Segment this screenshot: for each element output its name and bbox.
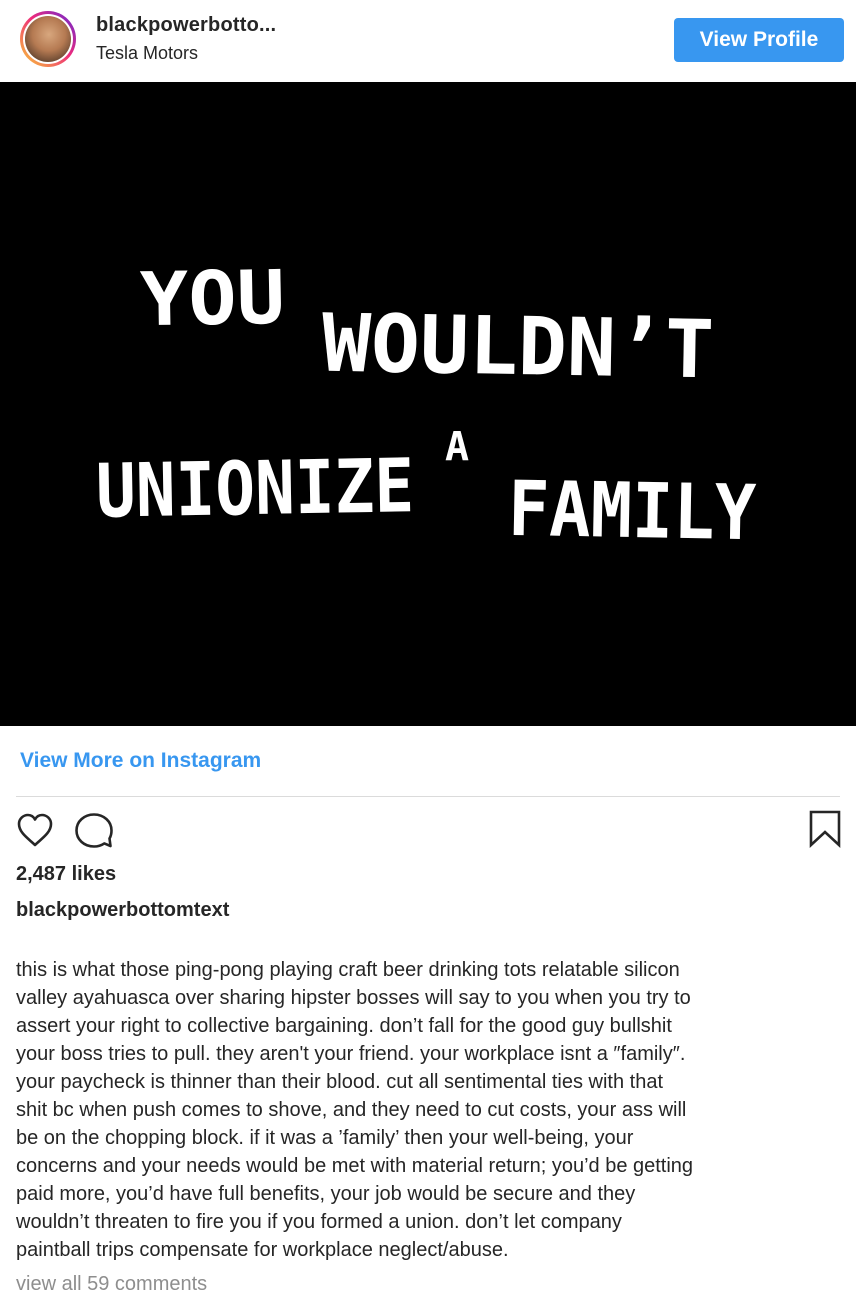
view-more-on-instagram-link[interactable]: View More on Instagram xyxy=(20,749,261,773)
image-text-wouldnt: WOULDN’T xyxy=(321,297,715,397)
caption-line: concerns and your needs would be met wit… xyxy=(16,1155,694,1177)
image-text-family: FAMILY xyxy=(507,464,757,557)
caption-line: valley ayahuasca over sharing hipster bo… xyxy=(16,987,691,1009)
post-caption: this is what those ping-pong playing cra… xyxy=(16,956,846,1264)
caption-line: your paycheck is thinner than their bloo… xyxy=(16,1071,664,1093)
comment-bubble-icon[interactable] xyxy=(74,811,114,849)
avatar-photo xyxy=(25,16,71,62)
post-header: blackpowerbotto... Tesla Motors View Pro… xyxy=(0,0,856,82)
caption-line: paid more, you’d have full benefits, you… xyxy=(16,1183,636,1205)
post-image-artwork: YOU WOULDN’T UNIONIZE A FAMILY xyxy=(0,82,856,726)
caption-line: this is what those ping-pong playing cra… xyxy=(16,959,680,981)
caption-line: wouldn’t threaten to fire you if you for… xyxy=(16,1211,622,1233)
caption-line: your boss tries to pull. they aren't you… xyxy=(16,1043,686,1065)
bookmark-icon[interactable] xyxy=(808,810,842,848)
caption-username[interactable]: blackpowerbottomtext xyxy=(16,899,229,922)
image-text-you: YOU xyxy=(139,255,285,344)
image-text-unionize: UNIONIZE xyxy=(95,443,414,535)
profile-avatar[interactable] xyxy=(20,11,76,67)
post-location[interactable]: Tesla Motors xyxy=(96,43,198,64)
heart-icon[interactable] xyxy=(16,812,54,848)
view-profile-button[interactable]: View Profile xyxy=(674,18,844,62)
divider xyxy=(16,796,840,797)
caption-line: shit bc when push comes to shove, and th… xyxy=(16,1099,687,1121)
profile-username[interactable]: blackpowerbotto... xyxy=(96,14,276,37)
post-image[interactable]: YOU WOULDN’T UNIONIZE A FAMILY xyxy=(0,82,856,726)
caption-line: paintball trips compensate for workplace… xyxy=(16,1239,509,1261)
caption-line: be on the chopping block. if it was a ’f… xyxy=(16,1127,634,1149)
image-text-a: A xyxy=(445,424,469,470)
avatar-frame xyxy=(23,14,73,64)
likes-count[interactable]: 2,487 likes xyxy=(16,863,116,886)
caption-line: assert your right to collective bargaini… xyxy=(16,1015,672,1037)
view-all-comments-link[interactable]: view all 59 comments xyxy=(16,1273,207,1296)
